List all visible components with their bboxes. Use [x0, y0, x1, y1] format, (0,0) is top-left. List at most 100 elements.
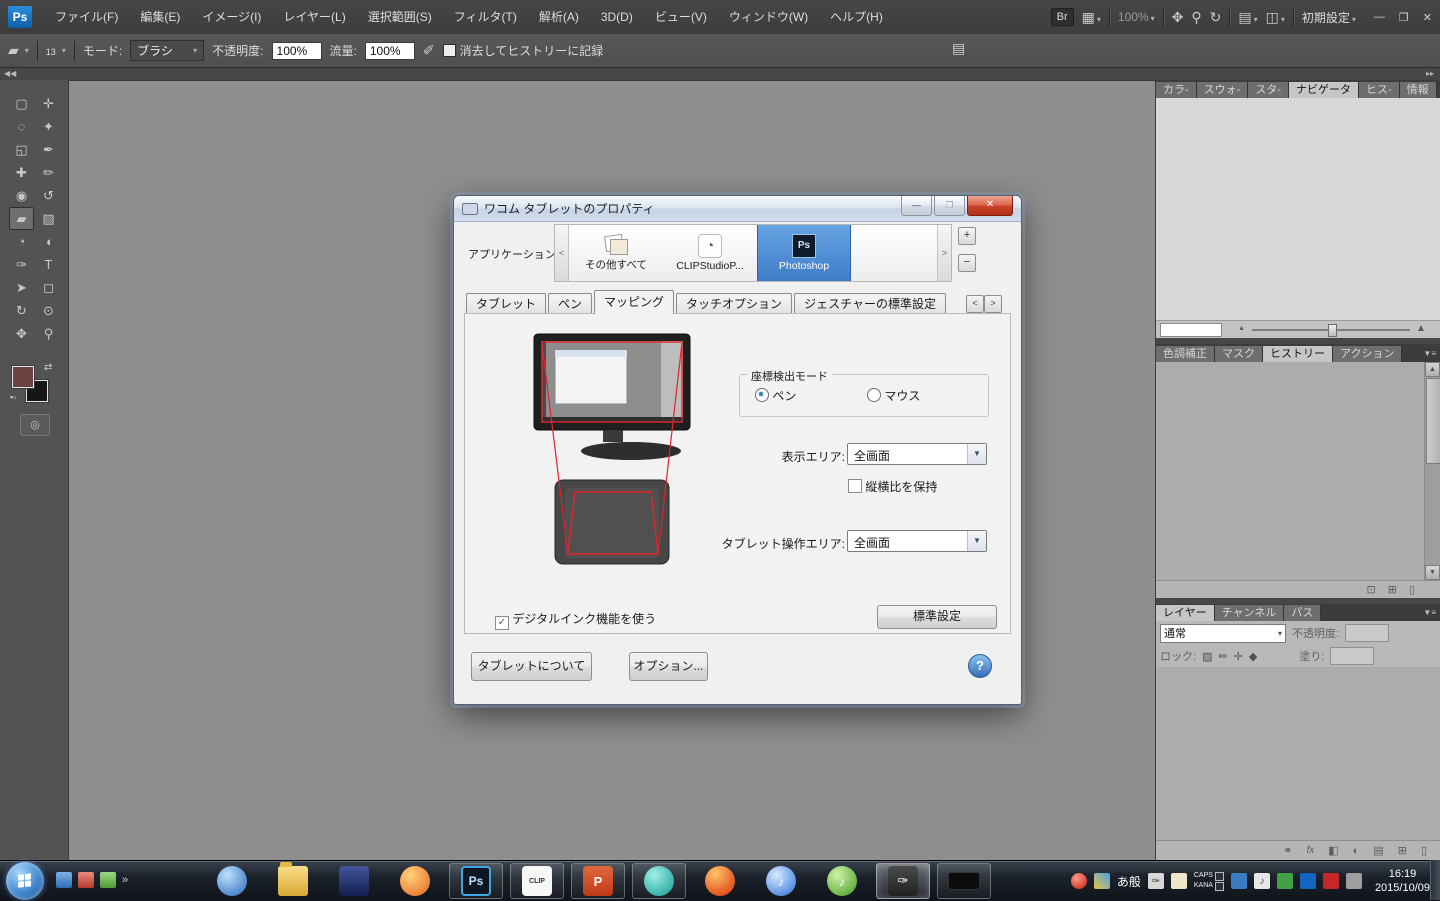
tray-pen-icon[interactable]: ✑ [1148, 873, 1164, 889]
hand-tool-icon[interactable]: ✥ [1172, 9, 1184, 26]
taskbar-explorer[interactable] [266, 863, 320, 899]
rotate-view-icon[interactable]: ↻ [1210, 9, 1222, 26]
tab-color[interactable]: カラ- [1156, 82, 1197, 98]
tool-eraser[interactable]: ▰ [9, 207, 34, 230]
taskbar-clip-studio[interactable]: CLIP [510, 863, 564, 899]
tab-scroll-right-button[interactable]: > [984, 295, 1002, 313]
tab-channels[interactable]: チャンネル [1215, 605, 1285, 621]
quick-mask-button[interactable]: ◎ [20, 414, 50, 436]
adjustment-layer-icon[interactable]: ◐ [1353, 845, 1360, 857]
quick-launch-icon-2[interactable] [78, 872, 94, 888]
tab-paths[interactable]: パス [1284, 605, 1321, 621]
collapse-panels-icon[interactable]: ▸▸ [1426, 69, 1434, 78]
tray-action-center-icon[interactable] [1346, 873, 1362, 889]
tool-zoom[interactable]: ⚲ [36, 322, 61, 345]
taskbar-clock[interactable]: 16:19 2015/10/09 [1375, 867, 1430, 895]
layer-mask-icon[interactable]: ◧ [1328, 844, 1338, 857]
foreground-color-swatch[interactable] [12, 366, 34, 388]
bridge-button[interactable]: Br [1051, 8, 1074, 26]
erase-to-history-checkbox[interactable] [443, 44, 456, 57]
tray-volume-icon[interactable]: ♪ [1254, 873, 1270, 889]
menu-help[interactable]: ヘルプ(H) [819, 0, 894, 34]
scroll-down-icon[interactable]: ▼ [1425, 565, 1440, 580]
tray-icon-2[interactable] [1277, 873, 1293, 889]
tool-move[interactable]: ✛ [36, 92, 61, 115]
tab-adjustments[interactable]: 色調補正 [1156, 346, 1215, 362]
tab-gesture-defaults[interactable]: ジェスチャーの標準設定 [794, 293, 946, 314]
tool-rectangular-marquee[interactable]: ▢ [9, 92, 34, 115]
tab-info[interactable]: 情報 [1400, 82, 1437, 98]
app-close-button[interactable]: ✕ [1423, 11, 1432, 24]
digital-ink-option[interactable]: ✓ デジタルインク機能を使う [495, 610, 656, 630]
tool-preset[interactable]: ▰ ▾ [8, 42, 29, 59]
defaults-button[interactable]: 標準設定 [877, 605, 997, 629]
tool-gradient[interactable]: ▧ [36, 207, 61, 230]
scroll-up-icon[interactable]: ▲ [1425, 362, 1440, 377]
tray-tablet-icon[interactable] [1171, 873, 1187, 889]
about-tablet-button[interactable]: タブレットについて [471, 652, 592, 681]
app-add-button[interactable]: + [958, 227, 976, 245]
lock-position-icon[interactable]: ✛ [1234, 650, 1243, 663]
tool-dodge[interactable]: ◖ [36, 230, 61, 253]
tool-spot-healing[interactable]: ✚ [9, 161, 34, 184]
taskbar-photoshop[interactable]: Ps [449, 863, 503, 899]
toggle-panel-icon[interactable]: ▤ [952, 40, 965, 57]
panel-menu-icon[interactable]: ▼≡ [1418, 605, 1440, 621]
tool-pen[interactable]: ✑ [9, 253, 34, 276]
default-colors-icon[interactable]: ▪▫ [10, 392, 16, 402]
taskbar-wacom-properties[interactable]: ✑ [876, 863, 930, 899]
panel-menu-icon[interactable]: ▼≡ [1418, 346, 1440, 362]
taskbar-firefox[interactable] [388, 863, 442, 899]
dialog-maximize-button[interactable]: ❐ [934, 196, 965, 216]
menu-select[interactable]: 選択範囲(S) [357, 0, 443, 34]
screen-mode-icon[interactable]: ◫▾ [1266, 9, 1285, 26]
link-layers-icon[interactable]: ⚭ [1283, 844, 1292, 857]
quick-launch-icon-3[interactable] [100, 872, 116, 888]
tray-icon-3[interactable] [1323, 873, 1339, 889]
history-scrollbar[interactable]: ▲ ▼ [1424, 362, 1440, 580]
tab-tablet[interactable]: タブレット [466, 293, 546, 314]
quick-launch-icon-1[interactable] [56, 872, 72, 888]
tool-lasso[interactable]: ◌ [9, 115, 34, 138]
tool-3d-orbit[interactable]: ⊙ [36, 299, 61, 322]
tool-clone-stamp[interactable]: ◉ [9, 184, 34, 207]
tool-brush[interactable]: ✏ [36, 161, 61, 184]
tab-history[interactable]: ヒストリー [1263, 346, 1333, 362]
tab-swatches[interactable]: スウォ- [1197, 82, 1249, 98]
tool-crop[interactable]: ◱ [9, 138, 34, 161]
new-snapshot-icon[interactable]: ⊞ [1388, 583, 1397, 596]
dialog-minimize-button[interactable]: — [901, 196, 932, 216]
workspace-switcher[interactable]: 初期設定▾ [1302, 9, 1356, 26]
display-area-select[interactable]: 全画面 ▼ [847, 443, 987, 465]
zoom-out-icon[interactable]: ▲ [1238, 325, 1245, 332]
tab-masks[interactable]: マスク [1215, 346, 1263, 362]
tab-touch-options[interactable]: タッチオプション [676, 293, 792, 314]
tool-eyedropper[interactable]: ✒ [36, 138, 61, 161]
app-item-all-other[interactable]: その他すべて [569, 225, 663, 281]
taskbar-powerpoint[interactable]: P [571, 863, 625, 899]
tool-path-selection[interactable]: ➤ [9, 276, 34, 299]
new-layer-icon[interactable]: ⊞ [1398, 844, 1407, 857]
menu-3d[interactable]: 3D(D) [590, 0, 644, 34]
tab-histogram[interactable]: ヒス- [1359, 82, 1400, 98]
app-minimize-button[interactable]: — [1374, 11, 1385, 24]
arrange-documents-icon[interactable]: ▤▾ [1238, 9, 1257, 26]
view-extras-icon[interactable]: ▦▾ [1082, 9, 1101, 26]
app-scroll-right-button[interactable]: > [937, 225, 951, 281]
layer-style-icon[interactable]: fx [1306, 845, 1314, 856]
delete-state-icon[interactable]: ▯ [1409, 583, 1415, 596]
mode-select[interactable]: ブラシ▾ [130, 40, 204, 61]
layers-opacity-input[interactable] [1345, 624, 1389, 642]
app-remove-button[interactable]: − [958, 254, 976, 272]
tab-styles[interactable]: スタ- [1248, 82, 1289, 98]
brush-preset-picker[interactable]: 13 ▾ [46, 44, 66, 58]
menu-window[interactable]: ウィンドウ(W) [718, 0, 819, 34]
lock-transparency-icon[interactable]: ▨ [1202, 650, 1212, 663]
app-item-clipstudio[interactable]: ◔ CLIPStudioP... [663, 225, 757, 281]
tray-color-app-icon[interactable] [1094, 873, 1110, 889]
tab-mapping[interactable]: マッピング [594, 290, 674, 314]
app-item-photoshop[interactable]: Ps Photoshop [757, 225, 851, 281]
zoom-in-icon[interactable]: ▲ [1416, 323, 1426, 334]
zoom-tool-icon[interactable]: ⚲ [1191, 9, 1201, 26]
menu-edit[interactable]: 編集(E) [129, 0, 191, 34]
